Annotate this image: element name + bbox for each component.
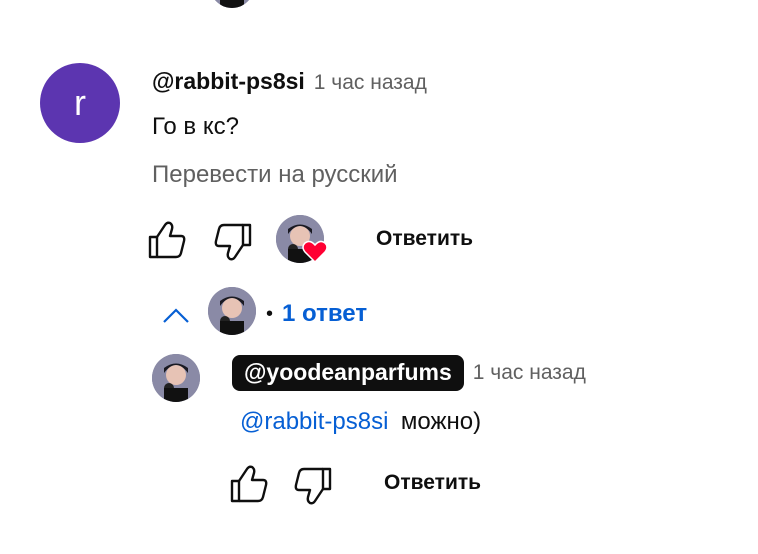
chevron-up-icon (163, 308, 189, 323)
comment-author-name[interactable]: @rabbit-ps8si (152, 68, 305, 95)
heart-icon (302, 240, 328, 264)
thumbs-down-icon (294, 467, 332, 505)
translate-link[interactable]: Перевести на русский (152, 161, 398, 189)
replies-count[interactable]: 1 ответ (282, 300, 367, 328)
creator-heart (276, 215, 330, 267)
reply-button[interactable]: Ответить (376, 227, 473, 251)
thumbs-up-icon (230, 465, 268, 503)
thumbs-down-icon (214, 223, 252, 261)
reply-author-chip[interactable]: @yoodeanparfums (232, 355, 464, 391)
replies-toggle[interactable]: • 1 ответ (266, 300, 367, 328)
comment-header: @rabbit-ps8si 1 час назад (152, 68, 427, 95)
previous-reply-avatar[interactable] (210, 0, 254, 8)
reply-mention-link[interactable]: @rabbit-ps8si (240, 408, 388, 435)
replies-bullet: • (266, 302, 274, 325)
comment-timestamp[interactable]: 1 час назад (314, 71, 427, 95)
collapse-replies-button[interactable] (160, 300, 192, 332)
thumbs-up-icon (148, 221, 186, 259)
reply-like-button[interactable] (228, 464, 270, 504)
dislike-button[interactable] (212, 222, 254, 262)
replies-author-avatar (208, 287, 256, 335)
reply-text: @rabbit-ps8si можно) (240, 408, 481, 436)
reply-reply-button[interactable]: Ответить (384, 471, 481, 495)
reply-author-avatar[interactable] (152, 354, 200, 402)
comment-text: Го в кс? (152, 113, 239, 140)
reply-timestamp[interactable]: 1 час назад (473, 361, 586, 385)
reply-dislike-button[interactable] (292, 466, 334, 506)
like-button[interactable] (146, 220, 188, 260)
comment-author-avatar[interactable]: r (40, 63, 120, 143)
reply-header: @yoodeanparfums 1 час назад (232, 355, 586, 391)
reply-body: можно) (400, 408, 482, 435)
